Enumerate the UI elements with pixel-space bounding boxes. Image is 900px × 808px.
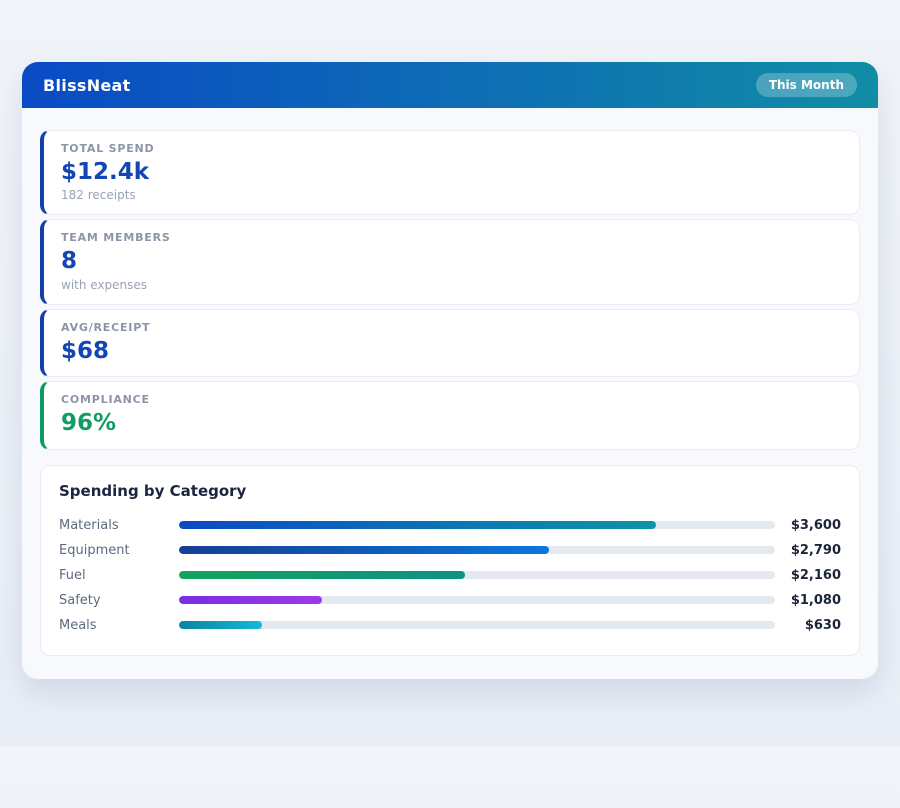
category-label: Equipment <box>59 542 130 558</box>
bar-fill <box>179 621 263 630</box>
stat-value: 8 <box>61 248 78 275</box>
bar-fill <box>179 571 466 580</box>
category-label: Safety <box>59 592 101 608</box>
category-value: $3,600 <box>790 517 841 533</box>
category-value: $1,080 <box>790 592 841 608</box>
app-title: BlissNeat <box>43 75 131 95</box>
bar-fill <box>179 596 323 605</box>
stat-card-avg-receipt: AVG/RECEIPT $68 <box>40 308 860 378</box>
stat-value: 96% <box>61 410 117 437</box>
stat-value: $68 <box>61 337 110 364</box>
stat-label: TEAM MEMBERS <box>61 231 171 245</box>
category-value: $2,160 <box>790 567 841 583</box>
category-row-fuel: Fuel $2,160 <box>59 563 841 588</box>
stat-label: TOTAL SPEND <box>61 142 155 155</box>
bar-fill <box>179 521 656 530</box>
stat-value: $12.4k <box>61 159 150 185</box>
section-title: Spending by Category <box>59 481 247 500</box>
category-label: Meals <box>59 617 97 633</box>
dashboard-panel: BlissNeat This Month TOTAL SPEND $12.4k … <box>22 62 878 679</box>
bar-fill <box>179 546 549 555</box>
stat-card-compliance: COMPLIANCE 96% <box>40 381 860 450</box>
stat-card-total-spend: TOTAL SPEND $12.4k 182 receipts <box>40 130 860 216</box>
period-badge[interactable]: This Month <box>755 73 857 97</box>
dashboard-content: TOTAL SPEND $12.4k 182 receipts TEAM MEM… <box>22 108 878 679</box>
category-value: $630 <box>804 617 841 633</box>
stat-label: COMPLIANCE <box>61 393 150 407</box>
bar-track <box>179 596 775 605</box>
stat-label: AVG/RECEIPT <box>61 320 151 334</box>
bar-track <box>179 546 775 555</box>
category-value: $2,790 <box>790 542 841 558</box>
stat-card-team-members: TEAM MEMBERS 8 with expenses <box>40 219 860 305</box>
category-row-meals: Meals $630 <box>59 613 841 638</box>
bar-track <box>179 571 775 580</box>
stat-subtext: with expenses <box>61 277 148 292</box>
category-row-safety: Safety $1,080 <box>59 588 841 613</box>
category-label: Materials <box>59 517 119 533</box>
category-label: Fuel <box>59 567 86 583</box>
app-header: BlissNeat This Month <box>22 62 878 108</box>
stat-subtext: 182 receipts <box>61 188 136 203</box>
spending-by-category-card: Spending by Category Materials $3,600 Eq… <box>40 464 860 656</box>
bar-track <box>179 521 775 530</box>
bar-track <box>179 621 775 630</box>
category-row-materials: Materials $3,600 <box>59 513 841 538</box>
category-row-equipment: Equipment $2,790 <box>59 538 841 563</box>
